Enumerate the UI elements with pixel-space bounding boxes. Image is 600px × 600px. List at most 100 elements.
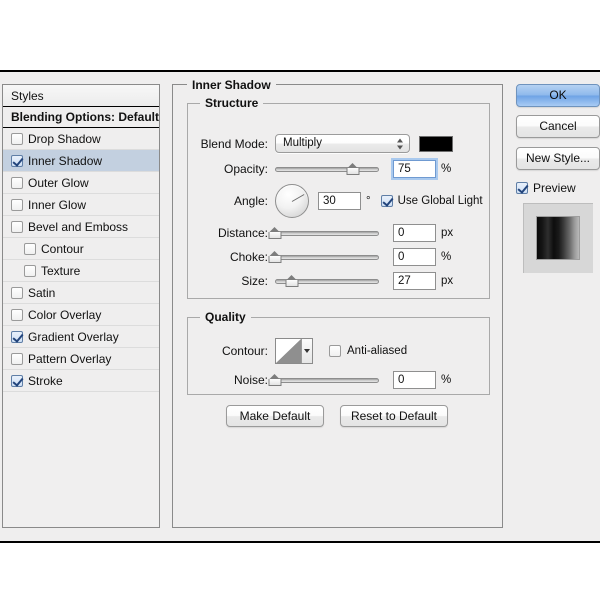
blend-mode-select[interactable]: Multiply — [275, 134, 410, 153]
styles-header: Styles — [3, 85, 159, 107]
blending-options-row[interactable]: Blending Options: Default — [3, 107, 159, 128]
style-effect-checkbox[interactable] — [11, 330, 23, 343]
style-effect-row[interactable]: Pattern Overlay — [3, 348, 159, 370]
size-slider[interactable] — [275, 274, 379, 288]
panel-title: Inner Shadow — [187, 78, 276, 92]
style-effect-row[interactable]: Inner Glow — [3, 194, 159, 216]
opacity-row: Opacity: 75 % — [188, 160, 491, 178]
choke-slider-thumb[interactable] — [268, 251, 282, 263]
style-effect-checkbox[interactable] — [11, 308, 23, 321]
contour-dropdown-arrow-icon[interactable] — [301, 339, 312, 363]
chevron-updown-icon — [397, 137, 404, 150]
opacity-input[interactable]: 75 — [393, 160, 436, 178]
use-global-light-checkbox[interactable] — [380, 195, 393, 207]
size-input[interactable]: 27 — [393, 272, 436, 290]
noise-row: Noise: 0 % — [188, 371, 491, 389]
angle-dial[interactable] — [275, 184, 309, 218]
style-effect-checkbox[interactable] — [11, 286, 23, 299]
style-effect-checkbox[interactable] — [11, 220, 23, 233]
choke-unit: % — [441, 251, 452, 263]
preview-label: Preview — [533, 181, 576, 195]
size-row: Size: 27 px — [188, 272, 491, 290]
style-effect-row[interactable]: Outer Glow — [3, 172, 159, 194]
style-effect-checkbox[interactable] — [24, 242, 36, 255]
noise-slider[interactable] — [268, 373, 379, 387]
style-effect-row[interactable]: Bevel and Emboss — [3, 216, 159, 238]
distance-slider-thumb[interactable] — [268, 227, 282, 239]
choke-input[interactable]: 0 — [393, 248, 436, 266]
anti-aliased-checkbox[interactable] — [329, 345, 341, 357]
style-effect-label: Bevel and Emboss — [28, 219, 129, 234]
structure-group: Structure Blend Mode: Multiply Opacity: … — [187, 96, 491, 299]
quality-group: Quality Contour: Anti-aliased Noise: 0 % — [187, 310, 491, 395]
style-effect-label: Stroke — [28, 373, 63, 388]
style-effect-label: Inner Shadow — [28, 153, 103, 168]
choke-label: Choke: — [229, 250, 268, 264]
ok-button[interactable]: OK — [516, 84, 600, 107]
style-effect-checkbox[interactable] — [11, 176, 23, 189]
style-effect-label: Color Overlay — [28, 307, 102, 322]
distance-input[interactable]: 0 — [393, 224, 436, 242]
style-effect-label: Texture — [41, 263, 81, 278]
style-effect-row[interactable]: Contour — [3, 238, 159, 260]
angle-row: Angle: 30 ° Use Global Light — [188, 184, 491, 218]
noise-unit: % — [441, 374, 452, 386]
structure-group-title: Structure — [200, 96, 264, 110]
style-effect-label: Outer Glow — [28, 175, 89, 190]
contour-label: Contour: — [221, 344, 268, 358]
choke-slider[interactable] — [268, 250, 379, 264]
opacity-slider[interactable] — [275, 162, 379, 176]
size-unit: px — [441, 275, 454, 287]
size-label: Size: — [241, 274, 268, 288]
style-effect-checkbox[interactable] — [24, 264, 36, 277]
choke-row: Choke: 0 % — [188, 248, 491, 266]
style-effects-list: Drop Shadow Inner Shadow Outer Glow Inner G… — [3, 128, 159, 392]
shadow-color-swatch[interactable] — [419, 135, 453, 152]
inner-shadow-panel: Inner Shadow Structure Blend Mode: Multi… — [172, 78, 503, 528]
style-effect-row[interactable]: Gradient Overlay — [3, 326, 159, 348]
opacity-slider-thumb[interactable] — [346, 163, 360, 175]
style-effect-row[interactable]: Color Overlay — [3, 304, 159, 326]
style-effect-checkbox[interactable] — [11, 198, 23, 211]
noise-slider-thumb[interactable] — [268, 374, 282, 386]
cancel-button[interactable]: Cancel — [516, 115, 600, 138]
distance-slider-track — [275, 231, 379, 236]
size-slider-thumb[interactable] — [285, 275, 299, 287]
style-effect-checkbox[interactable] — [11, 132, 23, 145]
style-effect-label: Satin — [28, 285, 56, 300]
style-effect-checkbox[interactable] — [11, 352, 23, 365]
distance-unit: px — [441, 227, 454, 239]
style-effect-checkbox[interactable] — [11, 374, 23, 387]
contour-row: Contour: Anti-aliased — [188, 338, 491, 364]
preview-row: Preview — [516, 181, 600, 195]
opacity-slider-track — [275, 167, 379, 172]
noise-input[interactable]: 0 — [393, 371, 436, 389]
contour-preview — [276, 339, 301, 363]
use-global-light-label: Use Global Light — [397, 195, 483, 207]
style-effect-checkbox[interactable] — [11, 154, 23, 167]
blend-mode-row: Blend Mode: Multiply — [188, 134, 491, 153]
new-style-button[interactable]: New Style... — [516, 147, 600, 170]
noise-slider-track — [275, 378, 379, 383]
styles-sidebar: Styles Blending Options: Default Drop Sh… — [2, 84, 160, 528]
style-effect-row[interactable]: Drop Shadow — [3, 128, 159, 150]
distance-slider[interactable] — [268, 226, 379, 240]
style-effect-label: Drop Shadow — [28, 131, 101, 146]
angle-input[interactable]: 30 — [318, 192, 361, 210]
style-effect-row[interactable]: Texture — [3, 260, 159, 282]
preview-checkbox[interactable] — [516, 182, 528, 194]
angle-label: Angle: — [233, 194, 268, 208]
dialog-actions: OK Cancel New Style... Preview — [516, 84, 600, 273]
contour-picker[interactable] — [275, 338, 313, 364]
style-effect-row[interactable]: Stroke — [3, 370, 159, 392]
blend-mode-value: Multiply — [283, 137, 322, 149]
style-effect-row[interactable]: Satin — [3, 282, 159, 304]
opacity-label: Opacity: — [223, 162, 268, 176]
style-effect-row[interactable]: Inner Shadow — [3, 150, 159, 172]
anti-aliased-label: Anti-aliased — [347, 345, 408, 357]
make-default-button[interactable]: Make Default — [226, 405, 324, 427]
angle-dial-needle — [291, 194, 305, 202]
quality-group-title: Quality — [200, 310, 251, 324]
noise-label: Noise: — [233, 373, 268, 387]
reset-to-default-button[interactable]: Reset to Default — [340, 405, 448, 427]
